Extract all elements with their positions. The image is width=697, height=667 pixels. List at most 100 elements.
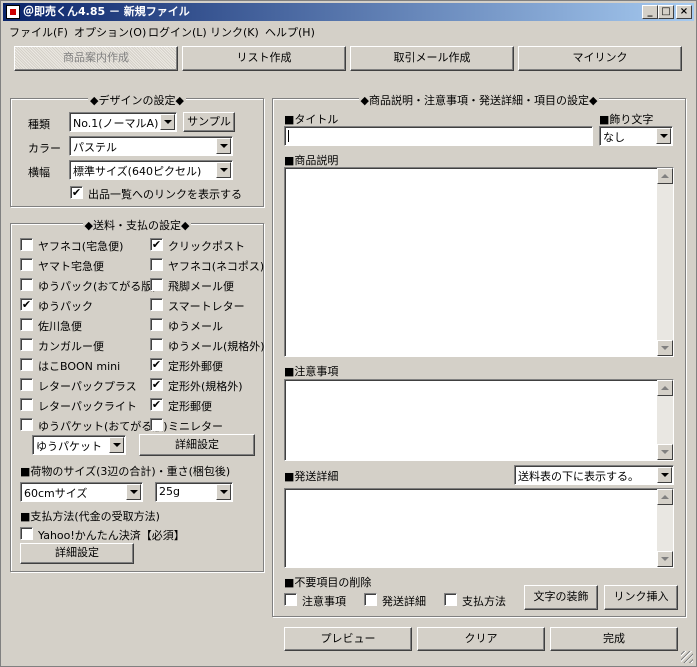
yahoo-payment-label: Yahoo!かんたん決済【必須】 (38, 529, 185, 542)
ship-option-checkbox[interactable] (20, 398, 33, 411)
package-size-value: 60cmサイズ (24, 487, 88, 500)
remove-notes-checkbox[interactable] (284, 593, 297, 606)
ship-option-checkbox[interactable] (20, 418, 33, 431)
ship-option-checkbox[interactable] (20, 238, 33, 251)
design-settings-title: ◆デザインの設定◆ (88, 94, 186, 107)
decor-select-value: なし (603, 131, 625, 144)
shipping-method-select[interactable]: ゆうパケット (32, 435, 126, 455)
scroll-up-icon[interactable] (657, 489, 673, 505)
type-select[interactable]: No.1(ノーマルA) (69, 112, 177, 132)
shipping-method-value: ゆうパケット (36, 440, 102, 453)
description-scrollbar[interactable] (657, 168, 673, 356)
title-input[interactable] (284, 126, 593, 146)
show-list-link-label: 出品一覧へのリンクを表示する (88, 188, 242, 201)
ship-option-label: ヤフネコ(宅急便) (38, 240, 124, 253)
ship-option-checkbox[interactable]: ✔ (150, 358, 163, 371)
ship-option-checkbox[interactable]: ✔ (150, 238, 163, 251)
scroll-down-icon[interactable] (657, 444, 673, 460)
menu-help[interactable]: ヘルプ(H) (265, 24, 315, 40)
shipping-detail-textarea[interactable] (284, 488, 674, 568)
remove-notes-label: 注意事項 (302, 595, 346, 608)
ship-option-label: ゆうメール(規格外) (168, 340, 265, 353)
scroll-up-icon[interactable] (657, 380, 673, 396)
ship-option-checkbox[interactable] (20, 338, 33, 351)
close-button[interactable]: × (676, 5, 692, 19)
ship-option-checkbox[interactable] (150, 298, 163, 311)
shipping-detail-button[interactable]: 詳細設定 (139, 434, 255, 456)
scroll-down-icon[interactable] (657, 551, 673, 567)
package-weight-select[interactable]: 25g (155, 482, 233, 502)
notes-textarea[interactable] (284, 379, 674, 461)
remove-shipping-detail-checkbox[interactable] (364, 593, 377, 606)
preview-button[interactable]: プレビュー (284, 627, 412, 651)
window-title: ＠即売くん4.85 － 新規ファイル (23, 5, 190, 18)
shipping-detail-position-value: 送料表の下に表示する。 (518, 470, 639, 483)
product-settings-title: ◆商品説明・注意事項・発送詳細・項目の設定◆ (358, 94, 600, 107)
scroll-down-icon[interactable] (657, 340, 673, 356)
notes-scrollbar[interactable] (657, 380, 673, 460)
ship-option-label: 定形外(規格外) (168, 380, 243, 393)
ship-option-checkbox[interactable] (20, 258, 33, 271)
maximize-button[interactable]: □ (658, 5, 674, 19)
ship-option-checkbox[interactable] (20, 378, 33, 391)
package-size-select[interactable]: 60cmサイズ (20, 482, 143, 502)
type-label: 種類 (28, 118, 50, 131)
tab-list[interactable]: リスト作成 (182, 46, 346, 71)
tab-my-link[interactable]: マイリンク (518, 46, 682, 71)
description-textarea[interactable] (284, 167, 674, 357)
ship-option-checkbox[interactable] (20, 318, 33, 331)
text-decoration-button[interactable]: 文字の装飾 (524, 585, 598, 610)
ship-option-checkbox[interactable] (20, 278, 33, 291)
shipping-detail-scrollbar[interactable] (657, 489, 673, 567)
insert-link-button[interactable]: リンク挿入 (604, 585, 678, 610)
ship-option-label: ゆうパケット(おてがる版) (38, 420, 168, 433)
ship-option-checkbox[interactable] (150, 318, 163, 331)
description-label: ■商品説明 (284, 154, 339, 167)
chevron-down-icon (657, 467, 672, 483)
ship-option-checkbox[interactable]: ✔ (150, 398, 163, 411)
ship-option-checkbox[interactable] (20, 358, 33, 371)
ship-option-label: カンガルー便 (38, 340, 104, 353)
notes-label: ■注意事項 (284, 365, 339, 378)
package-size-heading: ■荷物のサイズ(3辺の合計)・重さ(梱包後) (20, 465, 231, 478)
remove-payment-checkbox[interactable] (444, 593, 457, 606)
color-select[interactable]: パステル (69, 136, 233, 156)
package-weight-value: 25g (159, 485, 180, 498)
ship-option-label: ヤマト宅急便 (38, 260, 104, 273)
width-select[interactable]: 標準サイズ(640ピクセル) (69, 160, 233, 180)
menu-option[interactable]: オプション(O) (74, 24, 146, 40)
ship-option-checkbox[interactable] (150, 278, 163, 291)
menu-login[interactable]: ログイン(L) (148, 24, 207, 40)
ship-option-checkbox[interactable]: ✔ (20, 298, 33, 311)
ship-option-checkbox[interactable] (150, 258, 163, 271)
ship-option-label: レターパックライト (38, 400, 137, 413)
product-settings-group: ◆商品説明・注意事項・発送詳細・項目の設定◆ ■タイトル ■飾り文字 なし ■商… (272, 94, 686, 617)
scroll-up-icon[interactable] (657, 168, 673, 184)
ship-option-label: 飛脚メール便 (168, 280, 234, 293)
text-cursor (288, 130, 289, 142)
sample-button[interactable]: サンプル (183, 112, 235, 132)
complete-button[interactable]: 完成 (550, 627, 678, 651)
menu-link[interactable]: リンク(K) (210, 24, 259, 40)
minimize-button[interactable]: _ (642, 5, 658, 19)
decor-select[interactable]: なし (599, 126, 673, 146)
ship-option-checkbox[interactable]: ✔ (150, 378, 163, 391)
decor-label: ■飾り文字 (599, 113, 654, 126)
ship-option-label: 定形郵便 (168, 400, 212, 413)
shipping-detail-position-select[interactable]: 送料表の下に表示する。 (514, 465, 674, 485)
tab-product-info[interactable]: 商品案内作成 (14, 46, 178, 71)
clear-button[interactable]: クリア (417, 627, 545, 651)
chevron-down-icon (216, 484, 231, 500)
tab-trade-mail[interactable]: 取引メール作成 (350, 46, 514, 71)
yahoo-payment-checkbox[interactable] (20, 527, 33, 540)
app-icon (6, 5, 20, 19)
chevron-down-icon (109, 437, 124, 453)
resize-grip-icon[interactable] (681, 651, 693, 663)
color-select-value: パステル (73, 141, 117, 154)
ship-option-checkbox[interactable] (150, 338, 163, 351)
payment-detail-button[interactable]: 詳細設定 (20, 543, 134, 564)
show-list-link-checkbox[interactable]: ✔ (70, 186, 83, 199)
ship-option-checkbox[interactable] (150, 418, 163, 431)
chevron-down-icon (216, 162, 231, 178)
menu-file[interactable]: ファイル(F) (9, 24, 68, 40)
